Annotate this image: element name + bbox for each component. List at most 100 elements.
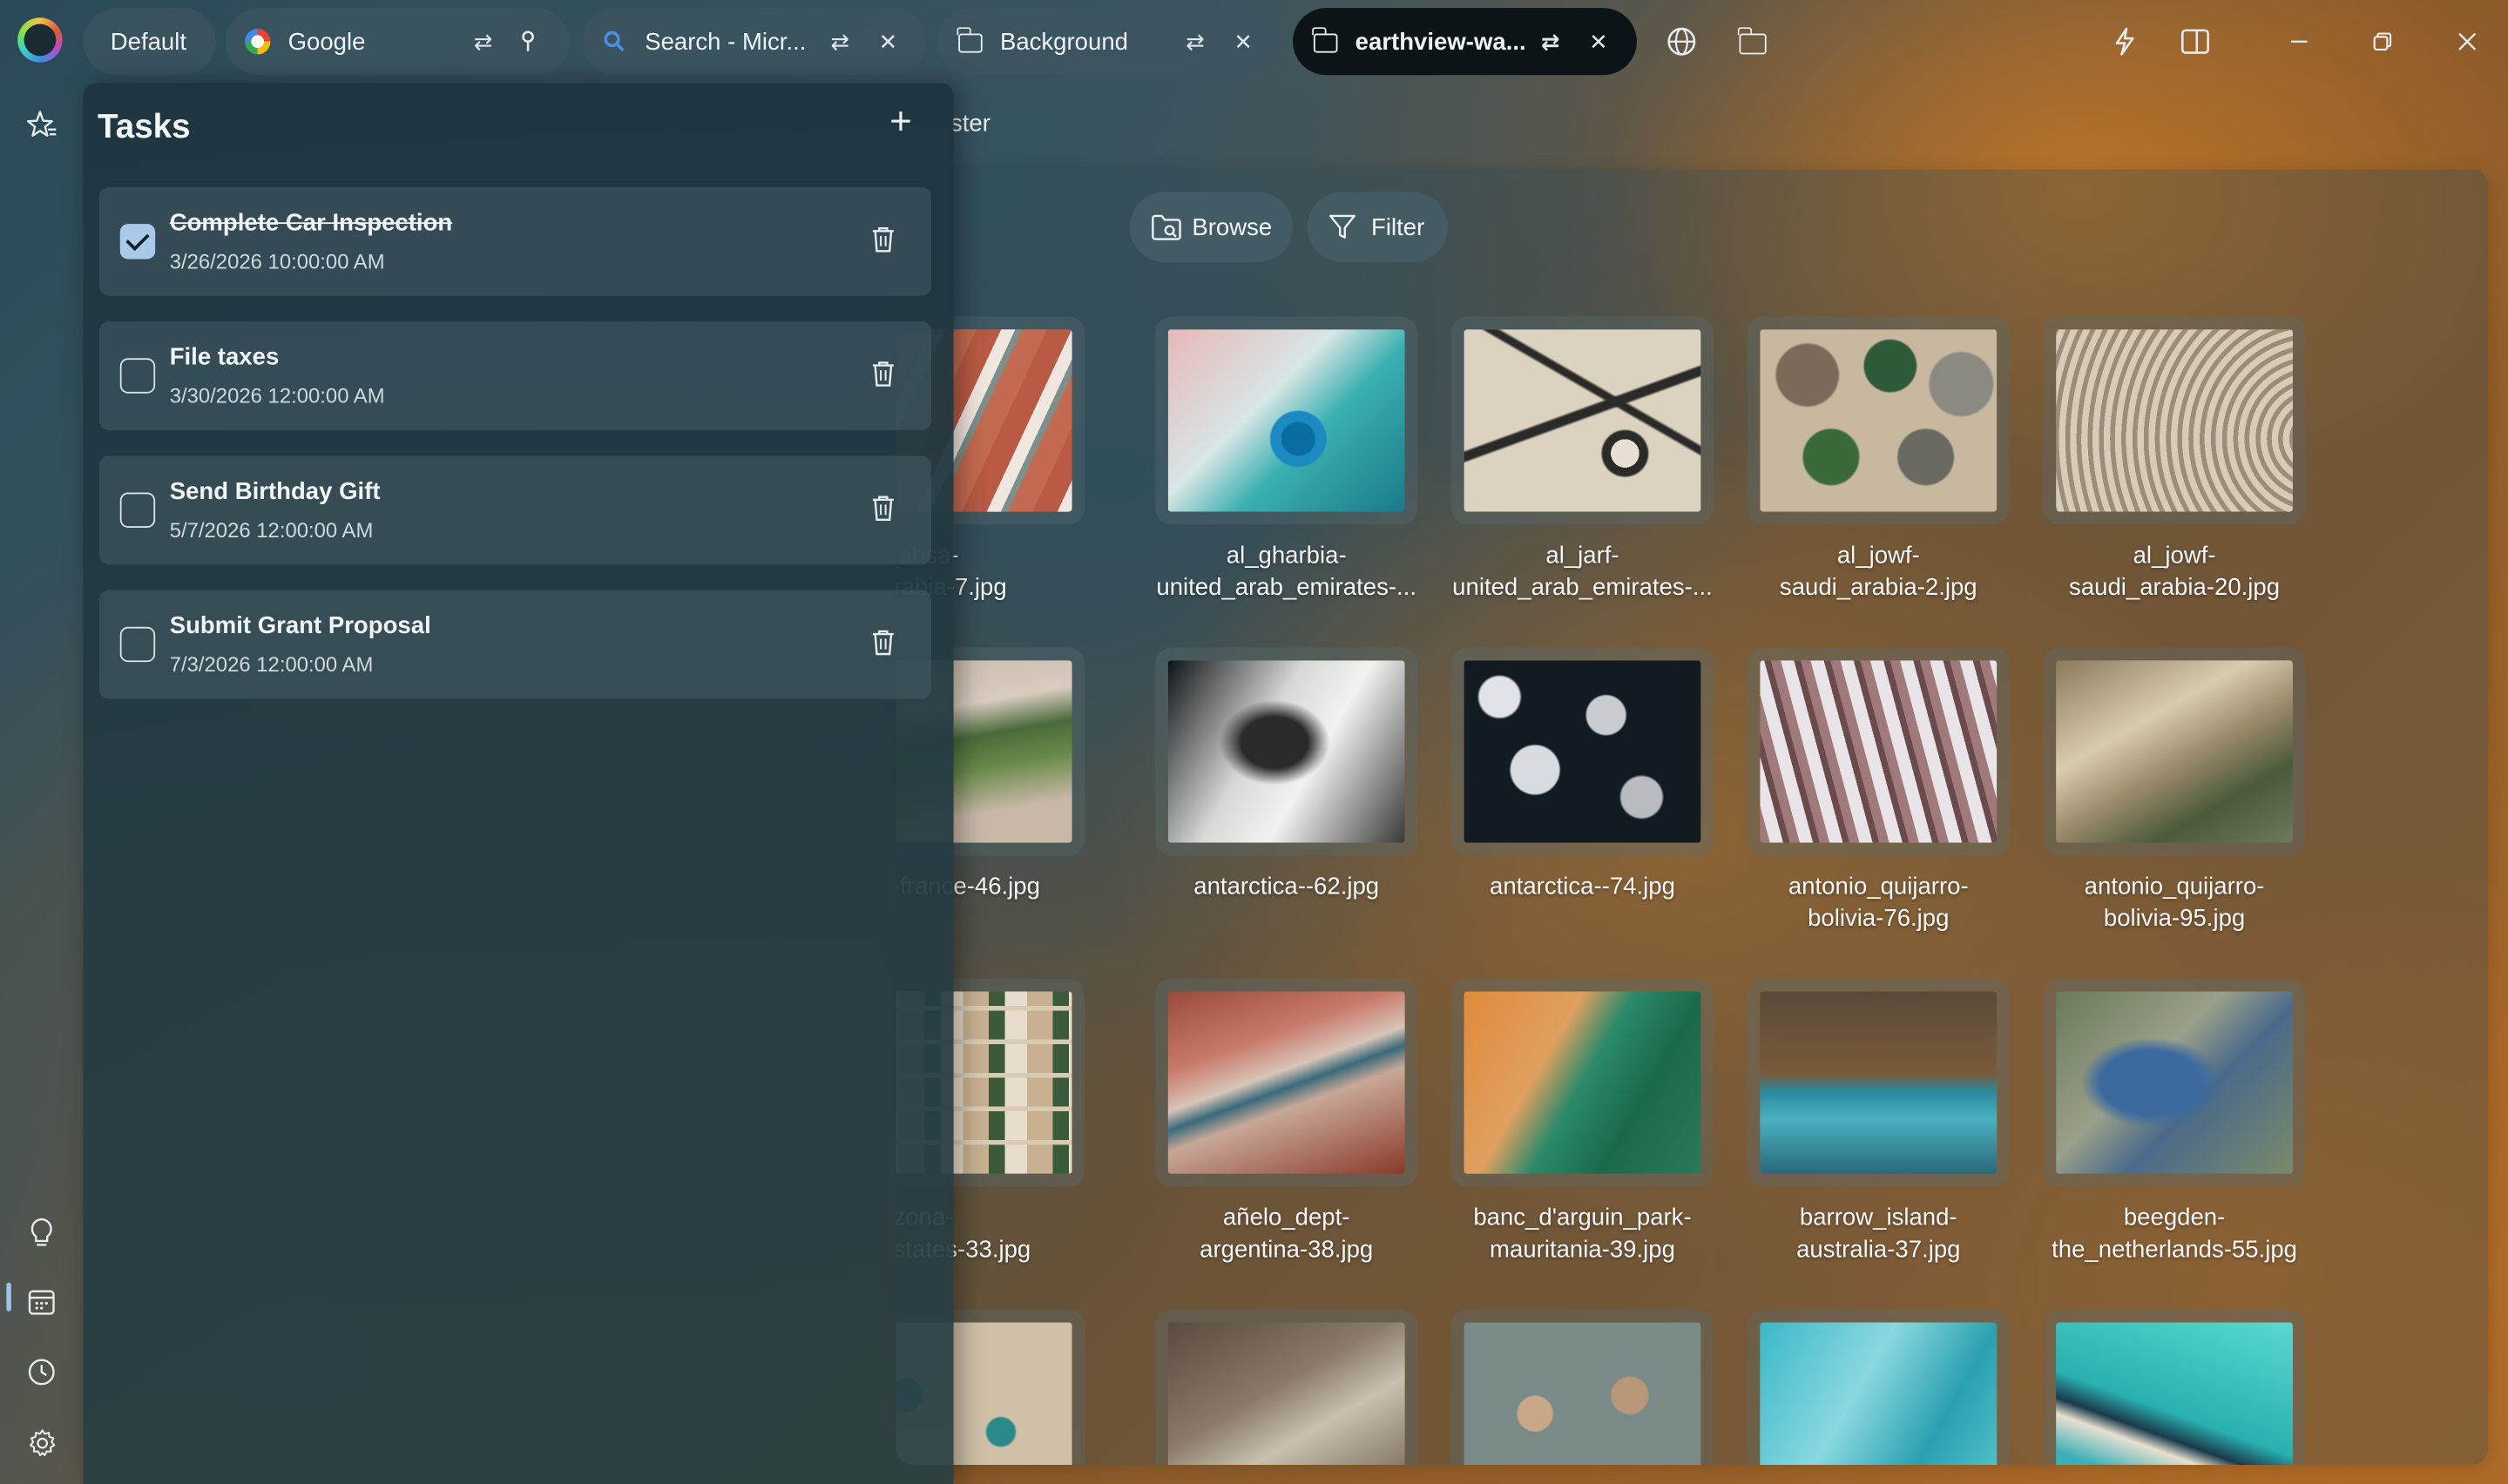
swap-icon[interactable]: ⇄ — [826, 28, 855, 55]
thumbnail-card[interactable] — [2043, 316, 2306, 525]
filter-label: Filter — [1371, 213, 1425, 241]
filename-line-1: al_gharbia- — [1226, 542, 1347, 570]
task-item[interactable]: Send Birthday Gift 5/7/2026 12:00:00 AM — [98, 455, 931, 565]
tab-background[interactable]: Background ⇄ ✕ — [937, 8, 1282, 76]
thumbnail-image[interactable] — [1464, 991, 1701, 1174]
thumbnail-image[interactable] — [1167, 329, 1405, 512]
filename-line-2: united_arab_emirates-... — [1452, 574, 1713, 602]
filename-line-2: saudi_arabia-20.jpg — [2069, 574, 2281, 602]
filename-line-1: añelo_dept- — [1222, 1204, 1350, 1231]
new-folder-tab-icon[interactable] — [1729, 19, 1774, 64]
thumbnail-card[interactable] — [2043, 1309, 2306, 1465]
task-checkbox[interactable] — [119, 358, 156, 394]
filename-line-2: bolivia-76.jpg — [1808, 905, 1950, 933]
close-icon[interactable]: ✕ — [1229, 28, 1258, 55]
thumbnail-filename: añelo_dept-argentina-38.jpg — [1142, 1203, 1430, 1266]
search-icon — [602, 29, 627, 54]
browse-button[interactable]: Browse — [1129, 192, 1294, 263]
filename-line-1: antonio_quijarro- — [2084, 873, 2265, 901]
tasks-title: Tasks — [98, 108, 191, 146]
close-icon[interactable]: ✕ — [1584, 28, 1612, 55]
settings-gear-icon[interactable] — [19, 1420, 64, 1465]
task-due-date: 7/3/2026 12:00:00 AM — [169, 652, 374, 677]
thumbnail-image[interactable] — [1167, 660, 1405, 843]
thumbnail-image[interactable] — [1760, 660, 1998, 843]
thumbnail-image[interactable] — [1167, 1322, 1405, 1465]
thumbnail-card[interactable] — [2043, 978, 2306, 1187]
thumbnail-filename: banc_d'arguin_park-mauritania-39.jpg — [1438, 1203, 1727, 1266]
thumbnail-image[interactable] — [2056, 329, 2293, 512]
thumbnail-card[interactable] — [1155, 316, 1418, 525]
delete-trash-icon[interactable] — [870, 360, 899, 392]
add-task-button[interactable]: + — [880, 101, 922, 145]
tasks-panel: Tasks + Complete Car Inspection 3/26/2026… — [83, 83, 954, 1484]
thumbnail-card[interactable] — [1155, 1309, 1418, 1465]
lightbulb-icon[interactable] — [19, 1211, 64, 1255]
swap-icon[interactable]: ⇄ — [469, 28, 497, 55]
google-logo-icon — [245, 29, 271, 55]
filename-line-1: antonio_quijarro- — [1788, 873, 1969, 901]
delete-trash-icon[interactable] — [870, 226, 899, 258]
thumbnail-card[interactable] — [1450, 978, 1714, 1187]
thumbnail-image[interactable] — [1760, 329, 1998, 512]
split-view-icon[interactable] — [2173, 19, 2217, 64]
task-title: Send Birthday Gift — [169, 478, 381, 506]
thumbnail-card[interactable] — [1747, 978, 2010, 1187]
folder-icon — [1311, 27, 1337, 54]
delete-trash-icon[interactable] — [870, 629, 899, 661]
thumbnail-card[interactable] — [1747, 316, 2010, 525]
tab-search[interactable]: Search - Micr... ⇄ ✕ — [582, 8, 927, 76]
tab-earthview[interactable]: earthview-wa... ⇄ ✕ — [1293, 8, 1637, 76]
task-checkbox[interactable] — [119, 224, 156, 260]
delete-trash-icon[interactable] — [870, 494, 899, 526]
close-window-icon[interactable] — [2444, 19, 2489, 64]
filter-button[interactable]: Filter — [1307, 192, 1449, 263]
thumbnail-image[interactable] — [1167, 991, 1405, 1174]
swap-icon[interactable]: ⇄ — [1536, 28, 1565, 55]
thumbnail-card[interactable] — [1747, 1309, 2010, 1465]
tab-default[interactable]: Default — [83, 8, 216, 76]
history-clock-icon[interactable] — [19, 1350, 64, 1394]
filename-line-2: mauritania-39.jpg — [1490, 1236, 1675, 1264]
thumbnail-card[interactable] — [2043, 647, 2306, 856]
thumbnail-image[interactable] — [2056, 1322, 2293, 1465]
task-item[interactable]: Submit Grant Proposal 7/3/2026 12:00:00 A… — [98, 590, 931, 699]
task-checkbox[interactable] — [119, 492, 156, 528]
new-web-tab-globe-icon[interactable] — [1660, 19, 1704, 64]
close-icon[interactable]: ✕ — [874, 28, 902, 55]
thumbnail-image[interactable] — [1464, 660, 1701, 843]
swap-icon[interactable]: ⇄ — [1180, 28, 1209, 55]
thumbnail-filename: antarctica--62.jpg — [1142, 872, 1430, 904]
pin-icon[interactable] — [518, 29, 547, 54]
title-bar: Default Google ⇄ Search - Micr... ⇄ ✕ Ba… — [0, 0, 2508, 83]
thumbnail-filename: al_jarf-united_arab_emirates-... — [1438, 541, 1727, 604]
thumbnail-image[interactable] — [1760, 1322, 1998, 1465]
thumbnail-image[interactable] — [1760, 991, 1998, 1174]
thumbnail-image[interactable] — [1464, 1322, 1701, 1465]
task-item[interactable]: File taxes 3/30/2026 12:00:00 AM — [98, 321, 931, 430]
thumbnail-image[interactable] — [2056, 991, 2293, 1174]
thumbnail-image[interactable] — [2056, 660, 2293, 843]
thumbnail-filename: al_jowf-saudi_arabia-20.jpg — [2031, 541, 2319, 604]
task-checkbox[interactable] — [119, 626, 156, 663]
breadcrumb[interactable]: ster — [950, 111, 990, 138]
bolt-icon[interactable] — [2102, 19, 2146, 64]
filename-line-2: saudi_arabia-2.jpg — [1779, 574, 1977, 602]
thumbnail-card[interactable] — [1450, 1309, 1714, 1465]
thumbnail-card[interactable] — [1747, 647, 2010, 856]
task-due-date: 5/7/2026 12:00:00 AM — [169, 517, 374, 543]
favorites-star-icon[interactable] — [19, 103, 64, 147]
filename-line-2: the_netherlands-55.jpg — [2052, 1236, 2297, 1264]
thumbnail-card[interactable] — [1450, 316, 1714, 525]
thumbnail-image[interactable] — [1464, 329, 1701, 512]
tab-label: Background — [999, 28, 1128, 56]
minimize-icon[interactable] — [2277, 19, 2322, 64]
calendar-tasks-icon[interactable] — [19, 1279, 64, 1324]
app-logo-icon[interactable] — [17, 17, 63, 63]
thumbnail-card[interactable] — [1450, 647, 1714, 856]
restore-icon[interactable] — [2360, 19, 2404, 64]
task-item[interactable]: Complete Car Inspection 3/26/2026 10:00:0… — [98, 186, 931, 296]
thumbnail-card[interactable] — [1155, 647, 1418, 856]
tab-google[interactable]: Google ⇄ — [225, 8, 570, 76]
thumbnail-card[interactable] — [1155, 978, 1418, 1187]
